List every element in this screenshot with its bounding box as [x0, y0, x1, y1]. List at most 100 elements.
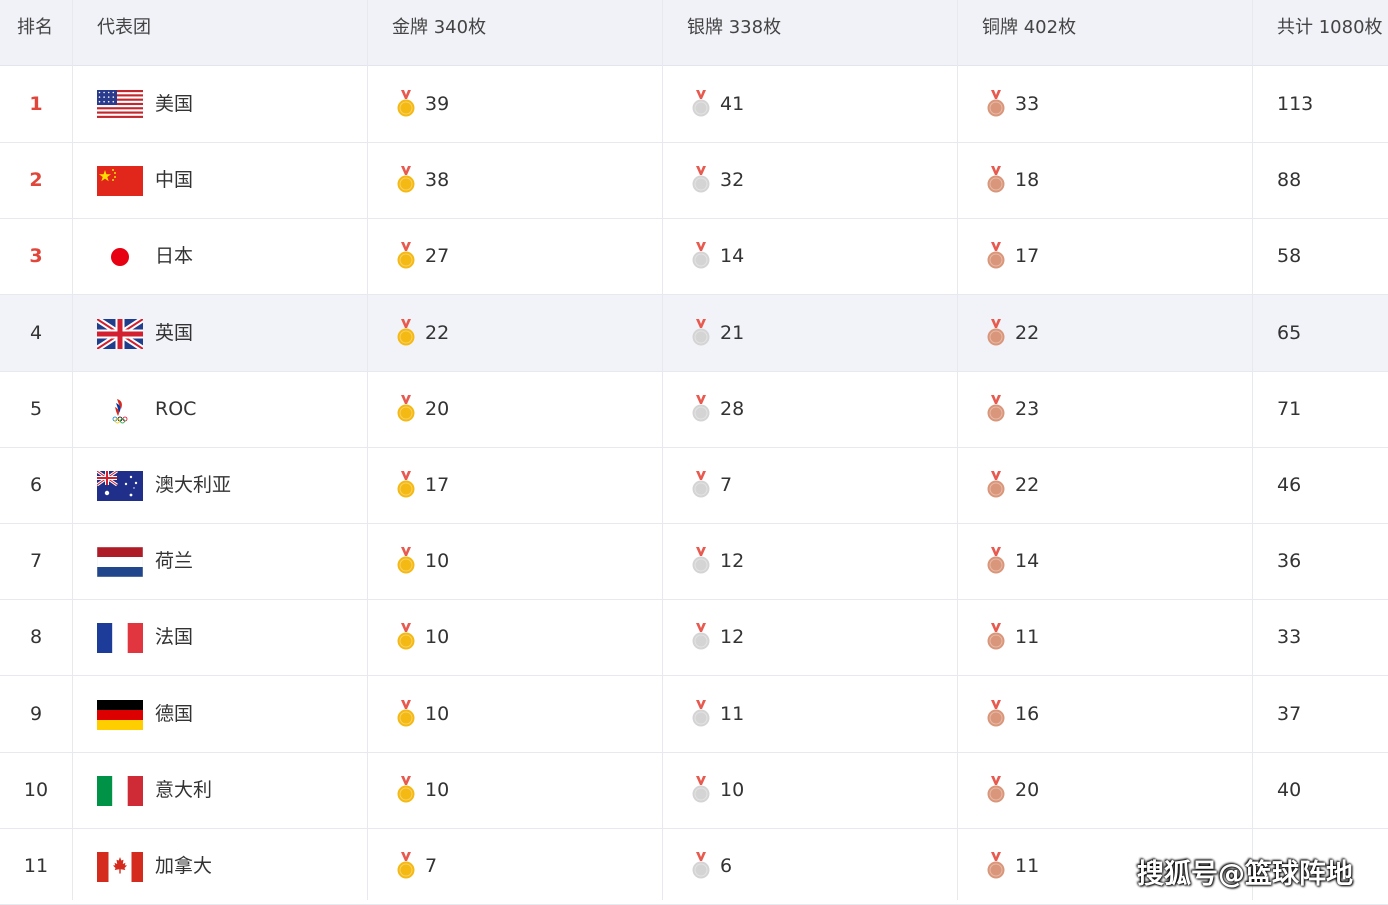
team-name: 英国 [155, 321, 194, 344]
bronze-medal-icon [986, 852, 1006, 880]
team-name: ROC [155, 397, 197, 420]
gold-count: 20 [425, 397, 450, 420]
silver-medal-icon [691, 166, 711, 194]
gold-count: 22 [425, 321, 450, 344]
total-count: 46 [1277, 474, 1302, 496]
netherlands-flag [96, 546, 144, 578]
team-name: 美国 [155, 93, 194, 115]
rank-cell: 10 [23, 778, 49, 801]
table-row[interactable]: 1 美国 39 41 33 113 [0, 66, 1388, 143]
table-row[interactable]: 8 法国 10 12 11 33 [0, 599, 1388, 677]
silver-medal-icon [691, 623, 711, 651]
canada-flag [97, 852, 143, 882]
rank-cell: 6 [29, 474, 43, 496]
france-flag [97, 623, 143, 654]
silver-medal-icon [691, 775, 711, 804]
roc-emblem [97, 394, 143, 425]
table-row[interactable]: 10 意大利 10 10 20 40 [0, 752, 1388, 829]
table-row[interactable]: 2 中国 38 32 18 88 [0, 142, 1388, 220]
rank-cell: 4 [29, 321, 43, 344]
bronze-count: 23 [1015, 397, 1040, 420]
australia-flag [96, 469, 143, 501]
bronze-count: 33 [1015, 93, 1040, 115]
gold-count: 10 [425, 778, 450, 801]
total-count: 37 [1277, 702, 1302, 725]
bronze-medal-icon [986, 699, 1006, 728]
silver-medal-icon [691, 242, 711, 270]
team-name: 法国 [155, 626, 194, 649]
gold-medal-icon [396, 547, 416, 575]
usa-flag [97, 90, 143, 120]
bronze-count: 22 [1015, 321, 1040, 344]
silver-count: 32 [720, 169, 745, 192]
silver-medal-icon [691, 471, 711, 499]
header-gold: 金牌 340枚 [392, 17, 487, 38]
column-divider [367, 0, 368, 900]
silver-count: 11 [720, 702, 745, 725]
gold-count: 17 [425, 474, 450, 496]
rank-cell: 9 [29, 702, 43, 725]
bronze-count: 20 [1015, 778, 1040, 801]
bronze-medal-icon [986, 166, 1006, 194]
gold-medal-icon [396, 699, 416, 728]
gold-medal-icon [396, 242, 416, 270]
column-divider [1252, 0, 1253, 900]
silver-medal-icon [691, 90, 711, 118]
silver-count: 6 [720, 855, 733, 877]
header-team: 代表团 [97, 17, 151, 38]
bronze-medal-icon [986, 775, 1006, 804]
silver-count: 14 [720, 245, 745, 268]
silver-count: 21 [720, 321, 745, 344]
table-row[interactable]: 4 英国 22 21 22 65 [0, 294, 1388, 372]
gold-count: 10 [425, 626, 450, 649]
table-row[interactable]: 5 ROC 20 28 23 71 [0, 371, 1388, 448]
total-count: 58 [1277, 245, 1302, 268]
gold-medal-icon [396, 471, 416, 499]
table-row[interactable]: 7 荷兰 10 12 14 36 [0, 523, 1388, 601]
column-divider [662, 0, 663, 900]
bronze-medal-icon [986, 547, 1006, 575]
gold-medal-icon [396, 623, 416, 651]
rank-cell: 2 [29, 169, 43, 192]
silver-count: 28 [720, 397, 745, 420]
bronze-medal-icon [986, 318, 1006, 347]
total-count: 88 [1277, 169, 1302, 192]
total-count: 71 [1277, 397, 1302, 420]
team-name: 加拿大 [155, 855, 213, 877]
team-name: 意大利 [155, 778, 213, 801]
uk-flag [95, 316, 145, 352]
germany-flag [97, 699, 143, 730]
bronze-medal-icon [986, 394, 1006, 423]
bronze-count: 11 [1015, 855, 1040, 877]
silver-count: 7 [720, 474, 733, 496]
total-count: 33 [1277, 626, 1302, 649]
silver-count: 12 [720, 626, 745, 649]
gold-count: 27 [425, 245, 450, 268]
team-name: 德国 [155, 702, 194, 725]
header-bronze: 铜牌 402枚 [982, 17, 1077, 38]
rank-cell: 1 [29, 93, 43, 115]
rank-cell: 7 [29, 550, 43, 573]
china-flag [97, 166, 143, 197]
bronze-medal-icon [986, 90, 1006, 118]
table-row[interactable]: 3 日本 27 14 17 58 [0, 218, 1388, 296]
gold-count: 39 [425, 93, 450, 115]
gold-medal-icon [396, 394, 416, 423]
gold-count: 38 [425, 169, 450, 192]
team-name: 日本 [155, 245, 194, 268]
table-row[interactable]: 9 德国 10 11 16 37 [0, 676, 1388, 753]
silver-medal-icon [691, 394, 711, 423]
table-header: 排名 代表团 金牌 340枚 银牌 338枚 铜牌 402枚 共计 1080枚 [0, 0, 1388, 66]
gold-medal-icon [396, 166, 416, 194]
gold-medal-icon [396, 90, 416, 118]
bronze-count: 16 [1015, 702, 1040, 725]
bronze-count: 11 [1015, 626, 1040, 649]
bronze-count: 22 [1015, 474, 1040, 496]
bronze-medal-icon [986, 471, 1006, 499]
silver-medal-icon [691, 699, 711, 728]
total-count: 40 [1277, 778, 1302, 801]
silver-count: 10 [720, 778, 745, 801]
table-row[interactable]: 6 澳大利亚 17 7 22 46 [0, 447, 1388, 524]
italy-flag [97, 775, 143, 806]
column-divider [957, 0, 958, 900]
